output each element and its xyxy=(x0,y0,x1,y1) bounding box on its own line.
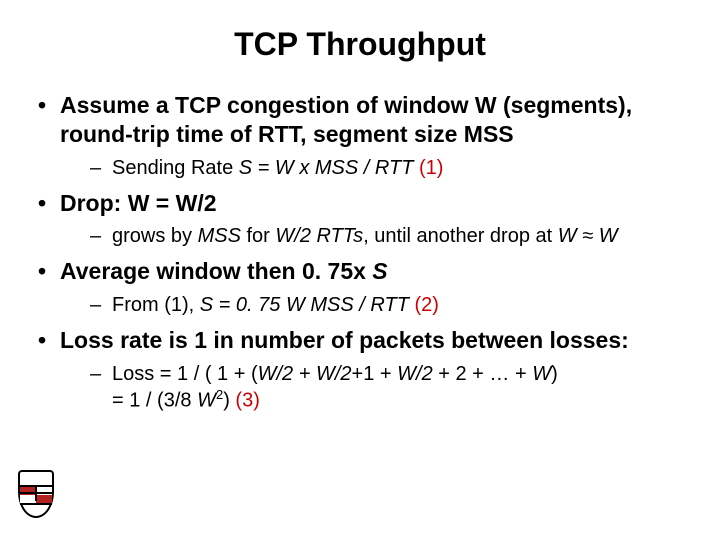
bullet-4-text: Loss rate is 1 in number of packets betw… xyxy=(60,327,629,353)
bullet-3: Average window then 0. 75x S From (1), S… xyxy=(34,257,690,318)
bullet-2: Drop: W = W/2 grows by MSS for W/2 RTTs,… xyxy=(34,189,690,250)
shield-icon xyxy=(18,470,54,518)
bullet-4-sub: Loss = 1 / ( 1 + (W/2 + W/2+1 + W/2 + 2 … xyxy=(90,361,690,414)
bullet-2-text: Drop: W = W/2 xyxy=(60,190,217,216)
bullet-3-sub: From (1), S = 0. 75 W MSS / RTT (2) xyxy=(90,292,690,318)
bullet-1-sub-1: Sending Rate S = W x MSS / RTT (1) xyxy=(90,155,690,181)
bullet-2-sub-1: grows by MSS for W/2 RTTs, until another… xyxy=(90,223,690,249)
bullet-1-sub: Sending Rate S = W x MSS / RTT (1) xyxy=(90,155,690,181)
bullet-4: Loss rate is 1 in number of packets betw… xyxy=(34,326,690,413)
bullet-list: Assume a TCP congestion of window W (seg… xyxy=(34,91,690,413)
slide-title: TCP Throughput xyxy=(30,26,690,63)
bullet-1-text: Assume a TCP congestion of window W (seg… xyxy=(60,92,632,147)
slide: TCP Throughput Assume a TCP congestion o… xyxy=(0,0,720,540)
institution-logo xyxy=(18,470,54,518)
bullet-2-sub: grows by MSS for W/2 RTTs, until another… xyxy=(90,223,690,249)
bullet-1: Assume a TCP congestion of window W (seg… xyxy=(34,91,690,181)
bullet-3-text: Average window then 0. 75x xyxy=(60,258,372,284)
bullet-3-sub-1: From (1), S = 0. 75 W MSS / RTT (2) xyxy=(90,292,690,318)
bullet-4-sub-1: Loss = 1 / ( 1 + (W/2 + W/2+1 + W/2 + 2 … xyxy=(90,361,690,414)
